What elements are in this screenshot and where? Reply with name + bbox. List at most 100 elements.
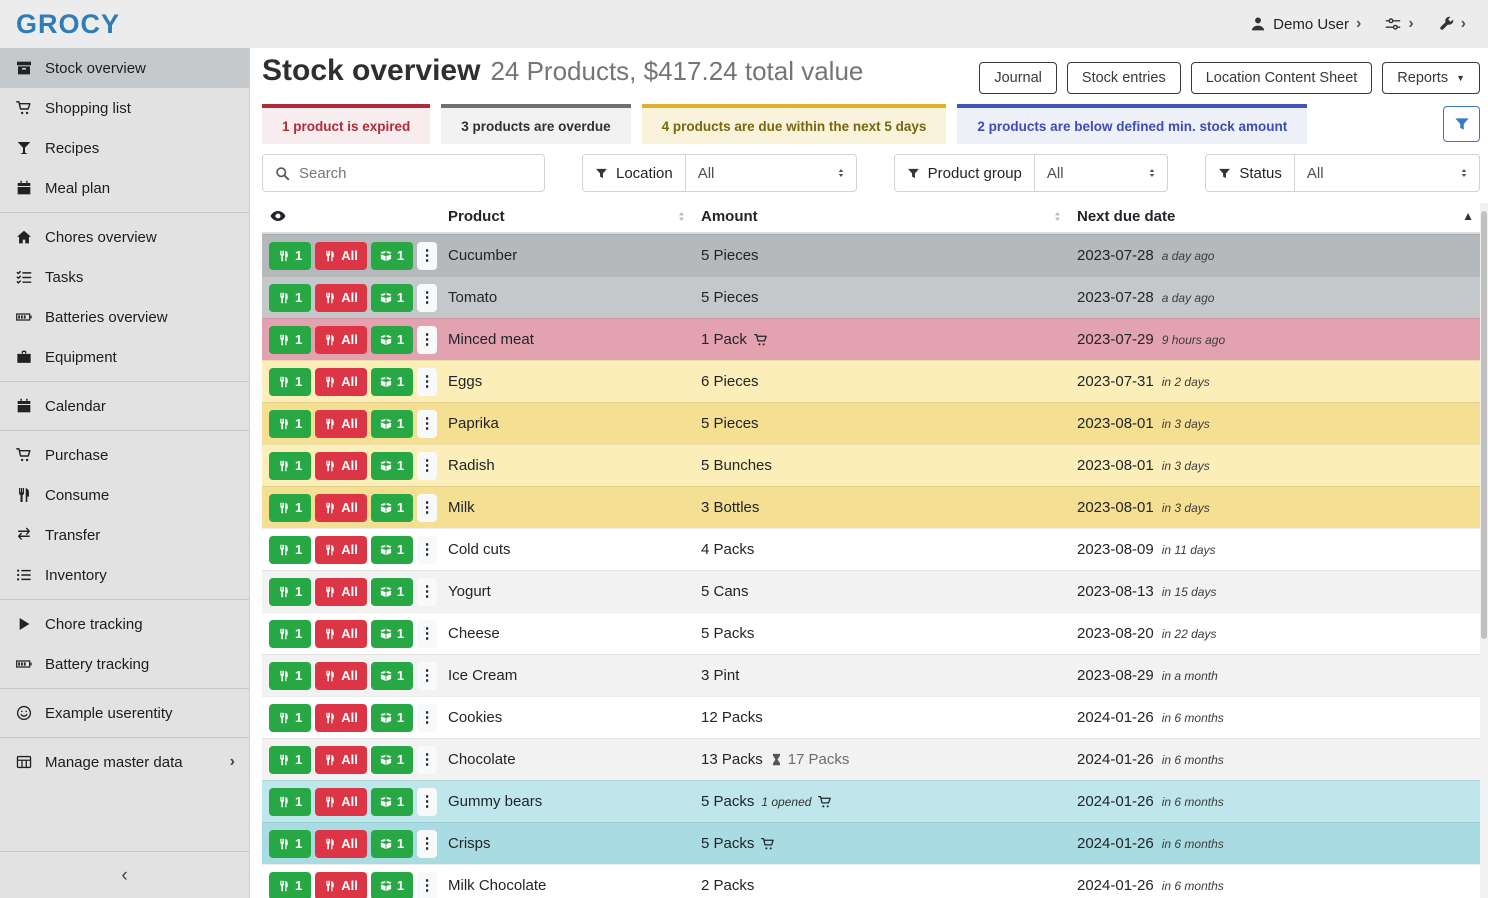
open-one-button[interactable]: 1 (371, 662, 413, 690)
consume-one-button[interactable]: 1 (269, 536, 311, 564)
row-menu-button[interactable]: ⋮ (417, 326, 437, 354)
row-menu-button[interactable]: ⋮ (417, 746, 437, 774)
consume-all-button[interactable]: All (315, 704, 367, 732)
column-amount[interactable]: Amount (701, 208, 1077, 225)
row-menu-button[interactable]: ⋮ (417, 578, 437, 606)
journal-button[interactable]: Journal (979, 62, 1057, 94)
row-menu-button[interactable]: ⋮ (417, 620, 437, 648)
consume-one-button[interactable]: 1 (269, 830, 311, 858)
consume-one-button[interactable]: 1 (269, 242, 311, 270)
open-one-button[interactable]: 1 (371, 872, 413, 898)
row-menu-button[interactable]: ⋮ (417, 494, 437, 522)
sidebar-item-meal-plan[interactable]: Meal plan (0, 168, 249, 208)
consume-one-button[interactable]: 1 (269, 452, 311, 480)
open-one-button[interactable]: 1 (371, 410, 413, 438)
user-menu[interactable]: Demo User › (1250, 16, 1361, 33)
consume-all-button[interactable]: All (315, 620, 367, 648)
open-one-button[interactable]: 1 (371, 620, 413, 648)
consume-one-button[interactable]: 1 (269, 662, 311, 690)
consume-all-button[interactable]: All (315, 494, 367, 522)
scrollbar-thumb[interactable] (1481, 211, 1487, 639)
sidebar-item-stock-overview[interactable]: Stock overview (0, 48, 249, 88)
sidebar-item-transfer[interactable]: ⇄ Transfer (0, 515, 249, 555)
status-due-soon[interactable]: 4 products are due within the next 5 day… (642, 104, 947, 144)
consume-all-button[interactable]: All (315, 284, 367, 312)
status-expired[interactable]: 1 product is expired (262, 104, 430, 144)
consume-one-button[interactable]: 1 (269, 872, 311, 898)
consume-one-button[interactable]: 1 (269, 494, 311, 522)
row-menu-button[interactable]: ⋮ (417, 452, 437, 480)
location-content-sheet-button[interactable]: Location Content Sheet (1191, 62, 1373, 94)
open-one-button[interactable]: 1 (371, 704, 413, 732)
row-menu-button[interactable]: ⋮ (417, 536, 437, 564)
sidebar-collapse-button[interactable]: ‹ (0, 851, 249, 898)
consume-one-button[interactable]: 1 (269, 746, 311, 774)
consume-one-button[interactable]: 1 (269, 368, 311, 396)
stock-entries-button[interactable]: Stock entries (1067, 62, 1181, 94)
sidebar-item-tasks[interactable]: Tasks (0, 257, 249, 297)
reports-button[interactable]: Reports ▼ (1382, 62, 1480, 94)
row-menu-button[interactable]: ⋮ (417, 284, 437, 312)
sidebar-item-inventory[interactable]: Inventory (0, 555, 249, 595)
location-select[interactable]: All (685, 155, 856, 191)
open-one-button[interactable]: 1 (371, 578, 413, 606)
sidebar-item-calendar[interactable]: Calendar (0, 386, 249, 426)
status-below-min[interactable]: 2 products are below defined min. stock … (957, 104, 1307, 144)
sidebar-item-chore-tracking[interactable]: Chore tracking (0, 604, 249, 644)
eye-icon[interactable] (270, 208, 286, 224)
consume-one-button[interactable]: 1 (269, 284, 311, 312)
sidebar-item-equipment[interactable]: Equipment (0, 337, 249, 377)
consume-all-button[interactable]: All (315, 662, 367, 690)
row-menu-button[interactable]: ⋮ (417, 704, 437, 732)
open-one-button[interactable]: 1 (371, 494, 413, 522)
admin-menu[interactable]: › (1438, 16, 1466, 32)
sidebar-item-purchase[interactable]: Purchase (0, 435, 249, 475)
open-one-button[interactable]: 1 (371, 242, 413, 270)
column-product[interactable]: Product (448, 208, 701, 225)
sidebar-item-recipes[interactable]: Recipes (0, 128, 249, 168)
open-one-button[interactable]: 1 (371, 830, 413, 858)
row-menu-button[interactable]: ⋮ (417, 242, 437, 270)
sidebar-item-battery-tracking[interactable]: Battery tracking (0, 644, 249, 684)
consume-one-button[interactable]: 1 (269, 578, 311, 606)
open-one-button[interactable]: 1 (371, 368, 413, 396)
sidebar-item-chores-overview[interactable]: Chores overview (0, 217, 249, 257)
search-input[interactable] (299, 165, 544, 182)
consume-all-button[interactable]: All (315, 788, 367, 816)
row-menu-button[interactable]: ⋮ (417, 662, 437, 690)
open-one-button[interactable]: 1 (371, 284, 413, 312)
app-logo[interactable]: GROCY (16, 9, 120, 40)
sidebar-item-example-userentity[interactable]: Example userentity (0, 693, 249, 733)
product-group-select[interactable]: All (1034, 155, 1167, 191)
clear-filter-button[interactable] (1443, 106, 1480, 142)
open-one-button[interactable]: 1 (371, 746, 413, 774)
consume-all-button[interactable]: All (315, 242, 367, 270)
sidebar-item-manage-master-data[interactable]: Manage master data › (0, 742, 249, 782)
row-menu-button[interactable]: ⋮ (417, 830, 437, 858)
consume-one-button[interactable]: 1 (269, 326, 311, 354)
consume-all-button[interactable]: All (315, 452, 367, 480)
open-one-button[interactable]: 1 (371, 788, 413, 816)
consume-all-button[interactable]: All (315, 872, 367, 898)
consume-one-button[interactable]: 1 (269, 620, 311, 648)
sidebar-item-batteries-overview[interactable]: Batteries overview (0, 297, 249, 337)
consume-all-button[interactable]: All (315, 746, 367, 774)
settings-menu[interactable]: › (1385, 16, 1413, 32)
consume-all-button[interactable]: All (315, 578, 367, 606)
open-one-button[interactable]: 1 (371, 452, 413, 480)
consume-all-button[interactable]: All (315, 830, 367, 858)
status-overdue[interactable]: 3 products are overdue (441, 104, 630, 144)
row-menu-button[interactable]: ⋮ (417, 368, 437, 396)
row-menu-button[interactable]: ⋮ (417, 788, 437, 816)
consume-all-button[interactable]: All (315, 410, 367, 438)
sidebar-item-shopping-list[interactable]: Shopping list (0, 88, 249, 128)
sidebar-item-consume[interactable]: Consume (0, 475, 249, 515)
status-select[interactable]: All (1294, 155, 1479, 191)
consume-all-button[interactable]: All (315, 326, 367, 354)
row-menu-button[interactable]: ⋮ (417, 872, 437, 898)
row-menu-button[interactable]: ⋮ (417, 410, 437, 438)
consume-one-button[interactable]: 1 (269, 410, 311, 438)
consume-one-button[interactable]: 1 (269, 788, 311, 816)
column-next-due-date[interactable]: Next due date ▲ (1077, 208, 1480, 225)
consume-all-button[interactable]: All (315, 368, 367, 396)
